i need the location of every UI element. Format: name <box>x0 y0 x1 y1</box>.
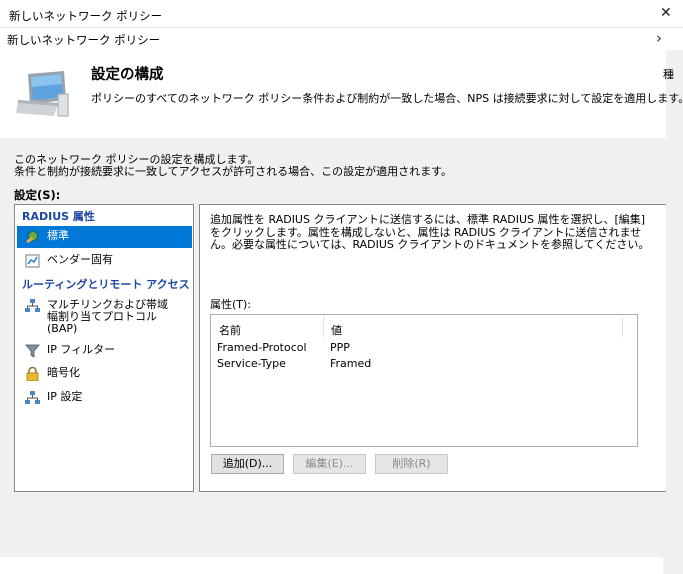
header-overflow-text: 種 <box>663 68 674 81</box>
nav-item-multilink-bap[interactable]: マルチリンクおよび帯域 幅割り当てプロトコル (BAP) <box>17 295 192 335</box>
chevron-right-icon[interactable]: › <box>656 29 662 47</box>
table-cell-name: Framed-Protocol <box>217 341 307 354</box>
table-row[interactable]: Framed-Protocol PPP <box>211 339 637 355</box>
table-row[interactable]: Service-Type Framed <box>211 355 637 371</box>
breadcrumb-text: 新しいネットワーク ポリシー <box>7 33 161 47</box>
page-title: 設定の構成 <box>91 67 164 83</box>
column-header-value[interactable]: 値 <box>331 322 342 338</box>
settings-label: 設定(S): <box>14 188 61 202</box>
breadcrumb: 新しいネットワーク ポリシー › <box>0 28 683 50</box>
computer-icon <box>16 71 69 117</box>
header-panel: 設定の構成 ポリシーのすべてのネットワーク ポリシー条件および制約が一致した場合… <box>0 50 683 138</box>
nav-item-label-line-3: (BAP) <box>47 322 78 335</box>
nav-item-vendor-specific[interactable]: ベンダー固有 <box>17 250 192 272</box>
column-header-name[interactable]: 名前 <box>219 322 241 338</box>
wrench-icon <box>26 231 38 243</box>
table-cell-name: Service-Type <box>217 357 286 370</box>
nav-item-label: 暗号化 <box>47 366 80 379</box>
lock-icon <box>26 367 39 381</box>
settings-content-panel: 追加属性を RADIUS クライアントに送信するには、標準 RADIUS 属性を… <box>199 204 666 492</box>
nav-item-ip-filter[interactable]: IP フィルター <box>17 340 192 362</box>
table-cell-value: PPP <box>330 341 350 354</box>
add-button[interactable]: 追加(D)... <box>211 454 284 474</box>
network-icon <box>25 299 40 312</box>
nav-item-label: ベンダー固有 <box>47 253 113 266</box>
filter-icon <box>25 344 40 358</box>
nav-item-label: 標準 <box>47 229 69 242</box>
column-divider[interactable] <box>323 317 324 337</box>
nav-item-encryption[interactable]: 暗号化 <box>17 363 192 385</box>
table-cell-value: Framed <box>330 357 372 370</box>
close-icon[interactable]: ✕ <box>660 5 672 21</box>
bottom-strip <box>0 557 663 574</box>
window-title: 新しいネットワーク ポリシー <box>9 9 163 23</box>
edit-button[interactable]: 編集(E)... <box>293 454 366 474</box>
delete-button[interactable]: 削除(R) <box>375 454 448 474</box>
vendor-icon <box>25 254 40 268</box>
network-icon <box>25 391 40 404</box>
nav-item-ip-settings[interactable]: IP 設定 <box>17 387 192 409</box>
nav-item-standard[interactable]: 標準 <box>17 226 192 248</box>
intro-line-2: 条件と制約が接続要求に一致してアクセスが許可される場合、この設定が適用されます。 <box>14 165 453 178</box>
nav-item-label: IP フィルター <box>47 343 116 356</box>
settings-tree[interactable]: RADIUS 属性 標準 ベンダー固有 ルーティングとリモート アクセス マルチ… <box>14 204 194 492</box>
title-bar: 新しいネットワーク ポリシー ✕ <box>0 0 683 28</box>
radius-attributes-heading: RADIUS 属性 <box>22 210 95 223</box>
attributes-label: 属性(T): <box>210 298 252 311</box>
page-description: ポリシーのすべてのネットワーク ポリシー条件および制約が一致した場合、NPS は… <box>91 92 683 105</box>
nav-item-label: IP 設定 <box>47 390 83 403</box>
column-divider[interactable] <box>622 317 623 337</box>
content-description: 追加属性を RADIUS クライアントに送信するには、標準 RADIUS 属性を… <box>210 213 650 251</box>
routing-remote-access-heading: ルーティングとリモート アクセス <box>22 278 190 291</box>
attributes-list[interactable]: 名前 値 Framed-Protocol PPP Service-Type Fr… <box>210 314 638 447</box>
